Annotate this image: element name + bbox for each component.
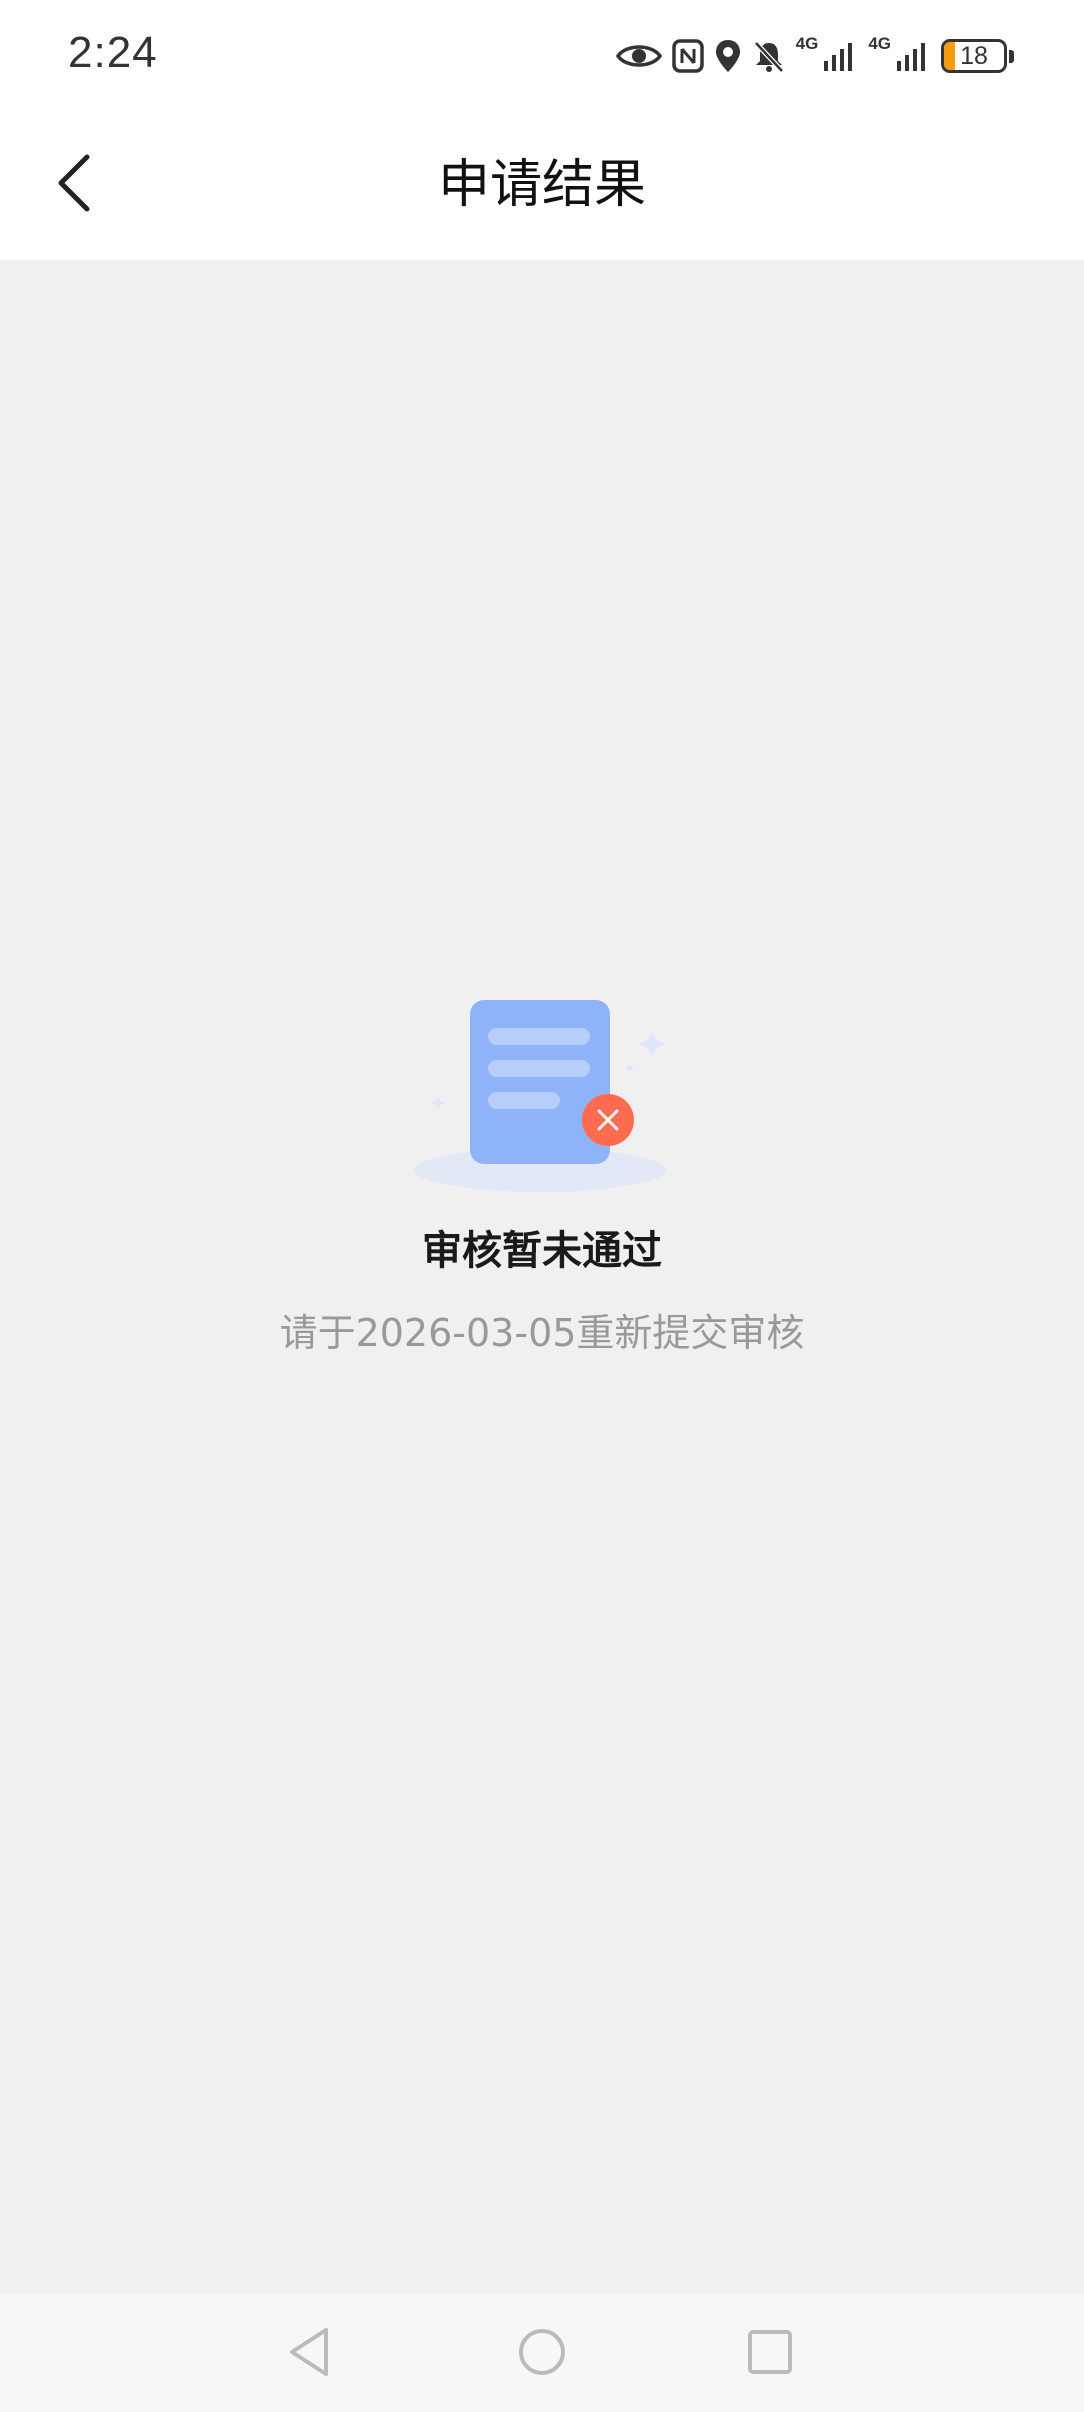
square-recents-icon: [746, 2328, 794, 2380]
signal-4g-icon: [895, 39, 931, 73]
main-content: 审核暂未通过 请于2026-03-05重新提交审核: [0, 260, 1084, 2294]
battery-tip: [1009, 49, 1014, 63]
document-rejected-illustration: [414, 1000, 666, 1192]
result-subtitle: 请于2026-03-05重新提交审核: [279, 1311, 805, 1355]
network-label-1: 4G: [795, 34, 819, 53]
nav-bar: 申请结果: [0, 110, 1084, 260]
battery-level: 18: [960, 41, 988, 70]
system-nav: [0, 2294, 1084, 2412]
status-icons: 4G 4G 18: [615, 32, 1014, 80]
bell-off-icon: [752, 39, 786, 73]
status-time: 2:24: [68, 28, 158, 77]
system-home-button[interactable]: [512, 2324, 572, 2384]
signal-4g-icon: [822, 39, 858, 73]
system-back-button[interactable]: [280, 2324, 340, 2384]
network-label-2: 4G: [868, 34, 891, 53]
battery-fill: [944, 42, 955, 70]
location-icon: [714, 38, 742, 74]
system-recents-button[interactable]: [740, 2324, 800, 2384]
triangle-back-icon: [286, 2326, 334, 2382]
circle-home-icon: [517, 2327, 567, 2381]
status-bar: 2:24 4G 4G 18: [0, 0, 1084, 110]
nfc-icon: [671, 39, 704, 73]
result-title: 审核暂未通过: [422, 1228, 662, 1274]
eye-icon: [615, 41, 662, 71]
screen: 2:24 4G 4G 18 申请结果 审核暂未通过 请于2026-03-05重新…: [0, 0, 1084, 2412]
page-title: 申请结果: [437, 155, 646, 215]
battery-indicator: 18: [941, 39, 1007, 73]
